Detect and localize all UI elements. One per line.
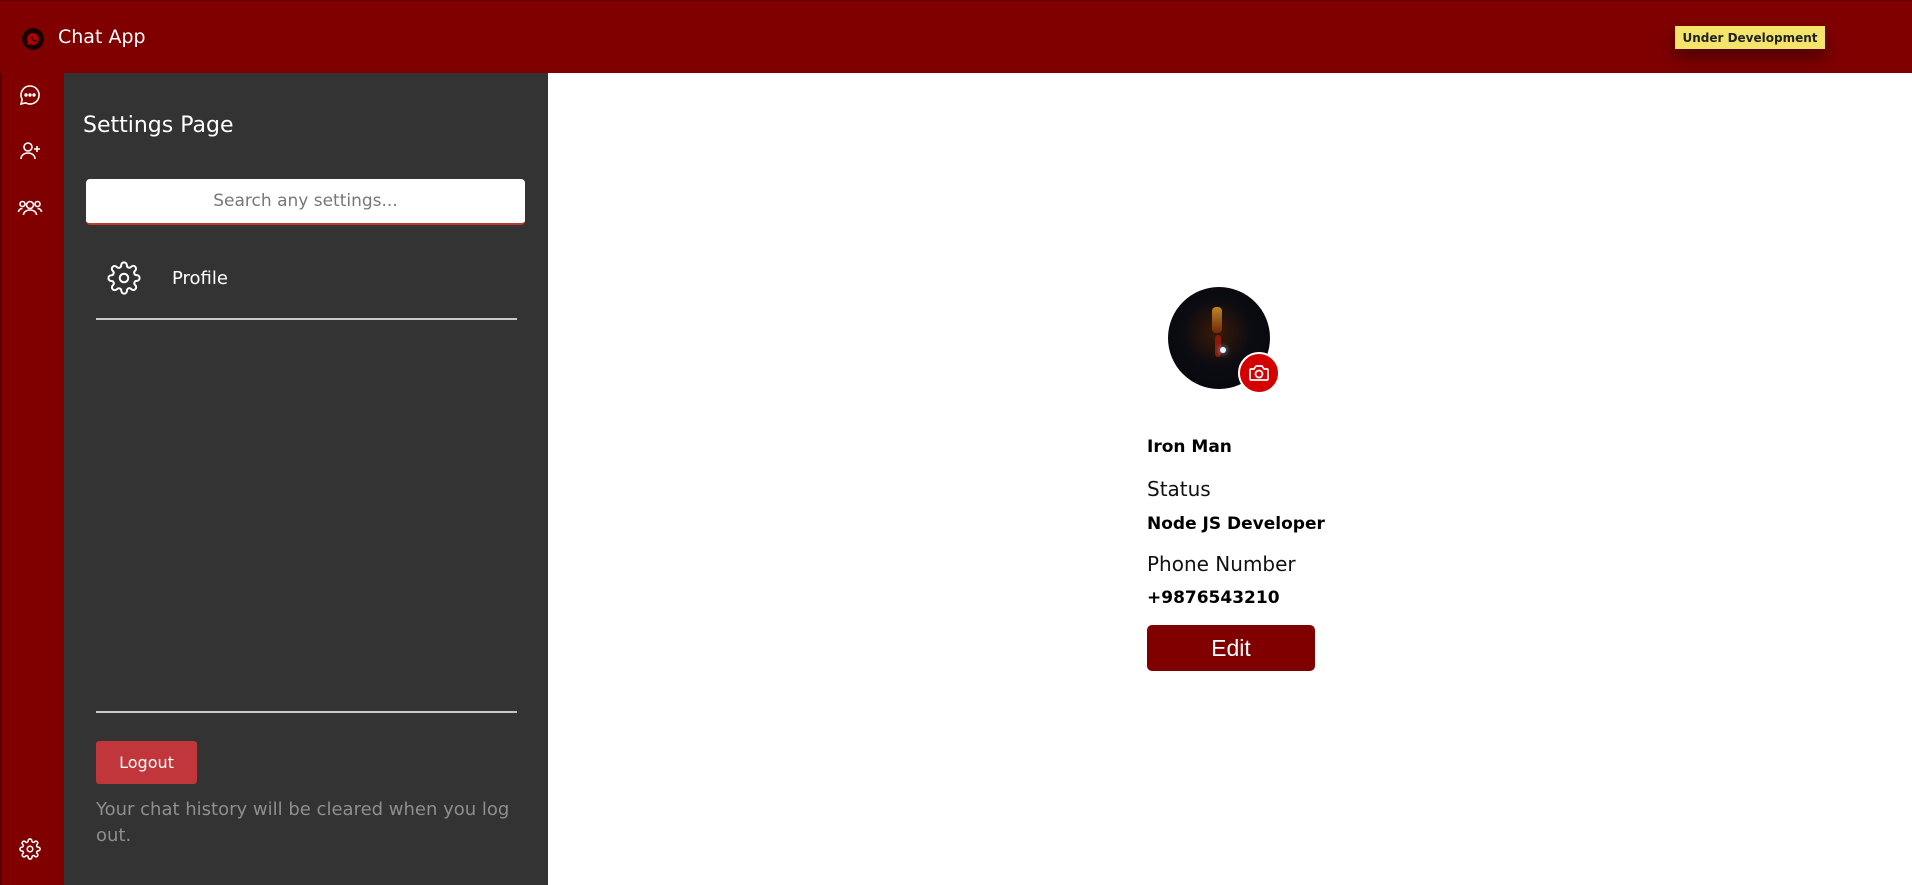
under-development-badge: Under Development bbox=[1675, 26, 1825, 49]
app-logo-icon bbox=[22, 28, 44, 50]
logout-button[interactable]: Logout bbox=[96, 741, 197, 784]
nav-rail bbox=[0, 73, 64, 885]
settings-panel: Settings Page Profile Logout Your chat h… bbox=[64, 73, 548, 885]
edit-button[interactable]: Edit bbox=[1147, 625, 1315, 671]
divider bbox=[96, 711, 517, 713]
panel-title: Settings Page bbox=[83, 113, 234, 138]
app-title: Chat App bbox=[58, 26, 146, 48]
gear-icon[interactable] bbox=[16, 835, 44, 863]
add-user-icon[interactable] bbox=[16, 137, 44, 165]
settings-item-profile[interactable]: Profile bbox=[96, 253, 516, 303]
chat-bubble-icon[interactable] bbox=[16, 81, 44, 109]
phone-value: +9876543210 bbox=[1147, 588, 1280, 608]
status-value: Node JS Developer bbox=[1147, 514, 1325, 534]
profile-name: Iron Man bbox=[1147, 437, 1232, 457]
divider bbox=[96, 318, 517, 320]
settings-search-input[interactable] bbox=[86, 179, 525, 225]
status-label: Status bbox=[1147, 477, 1211, 501]
avatar-wrap bbox=[1168, 287, 1280, 394]
camera-icon[interactable] bbox=[1238, 352, 1280, 394]
top-bar: Chat App Under Development bbox=[0, 0, 1912, 73]
group-icon[interactable] bbox=[16, 194, 44, 222]
app-window: Chat App Under Development Settings Page… bbox=[0, 0, 1912, 885]
phone-label: Phone Number bbox=[1147, 552, 1296, 576]
logout-note: Your chat history will be cleared when y… bbox=[96, 799, 510, 846]
settings-item-label: Profile bbox=[172, 267, 228, 289]
gear-icon bbox=[106, 260, 142, 296]
profile-main: Iron Man Status Node JS Developer Phone … bbox=[548, 73, 1912, 885]
